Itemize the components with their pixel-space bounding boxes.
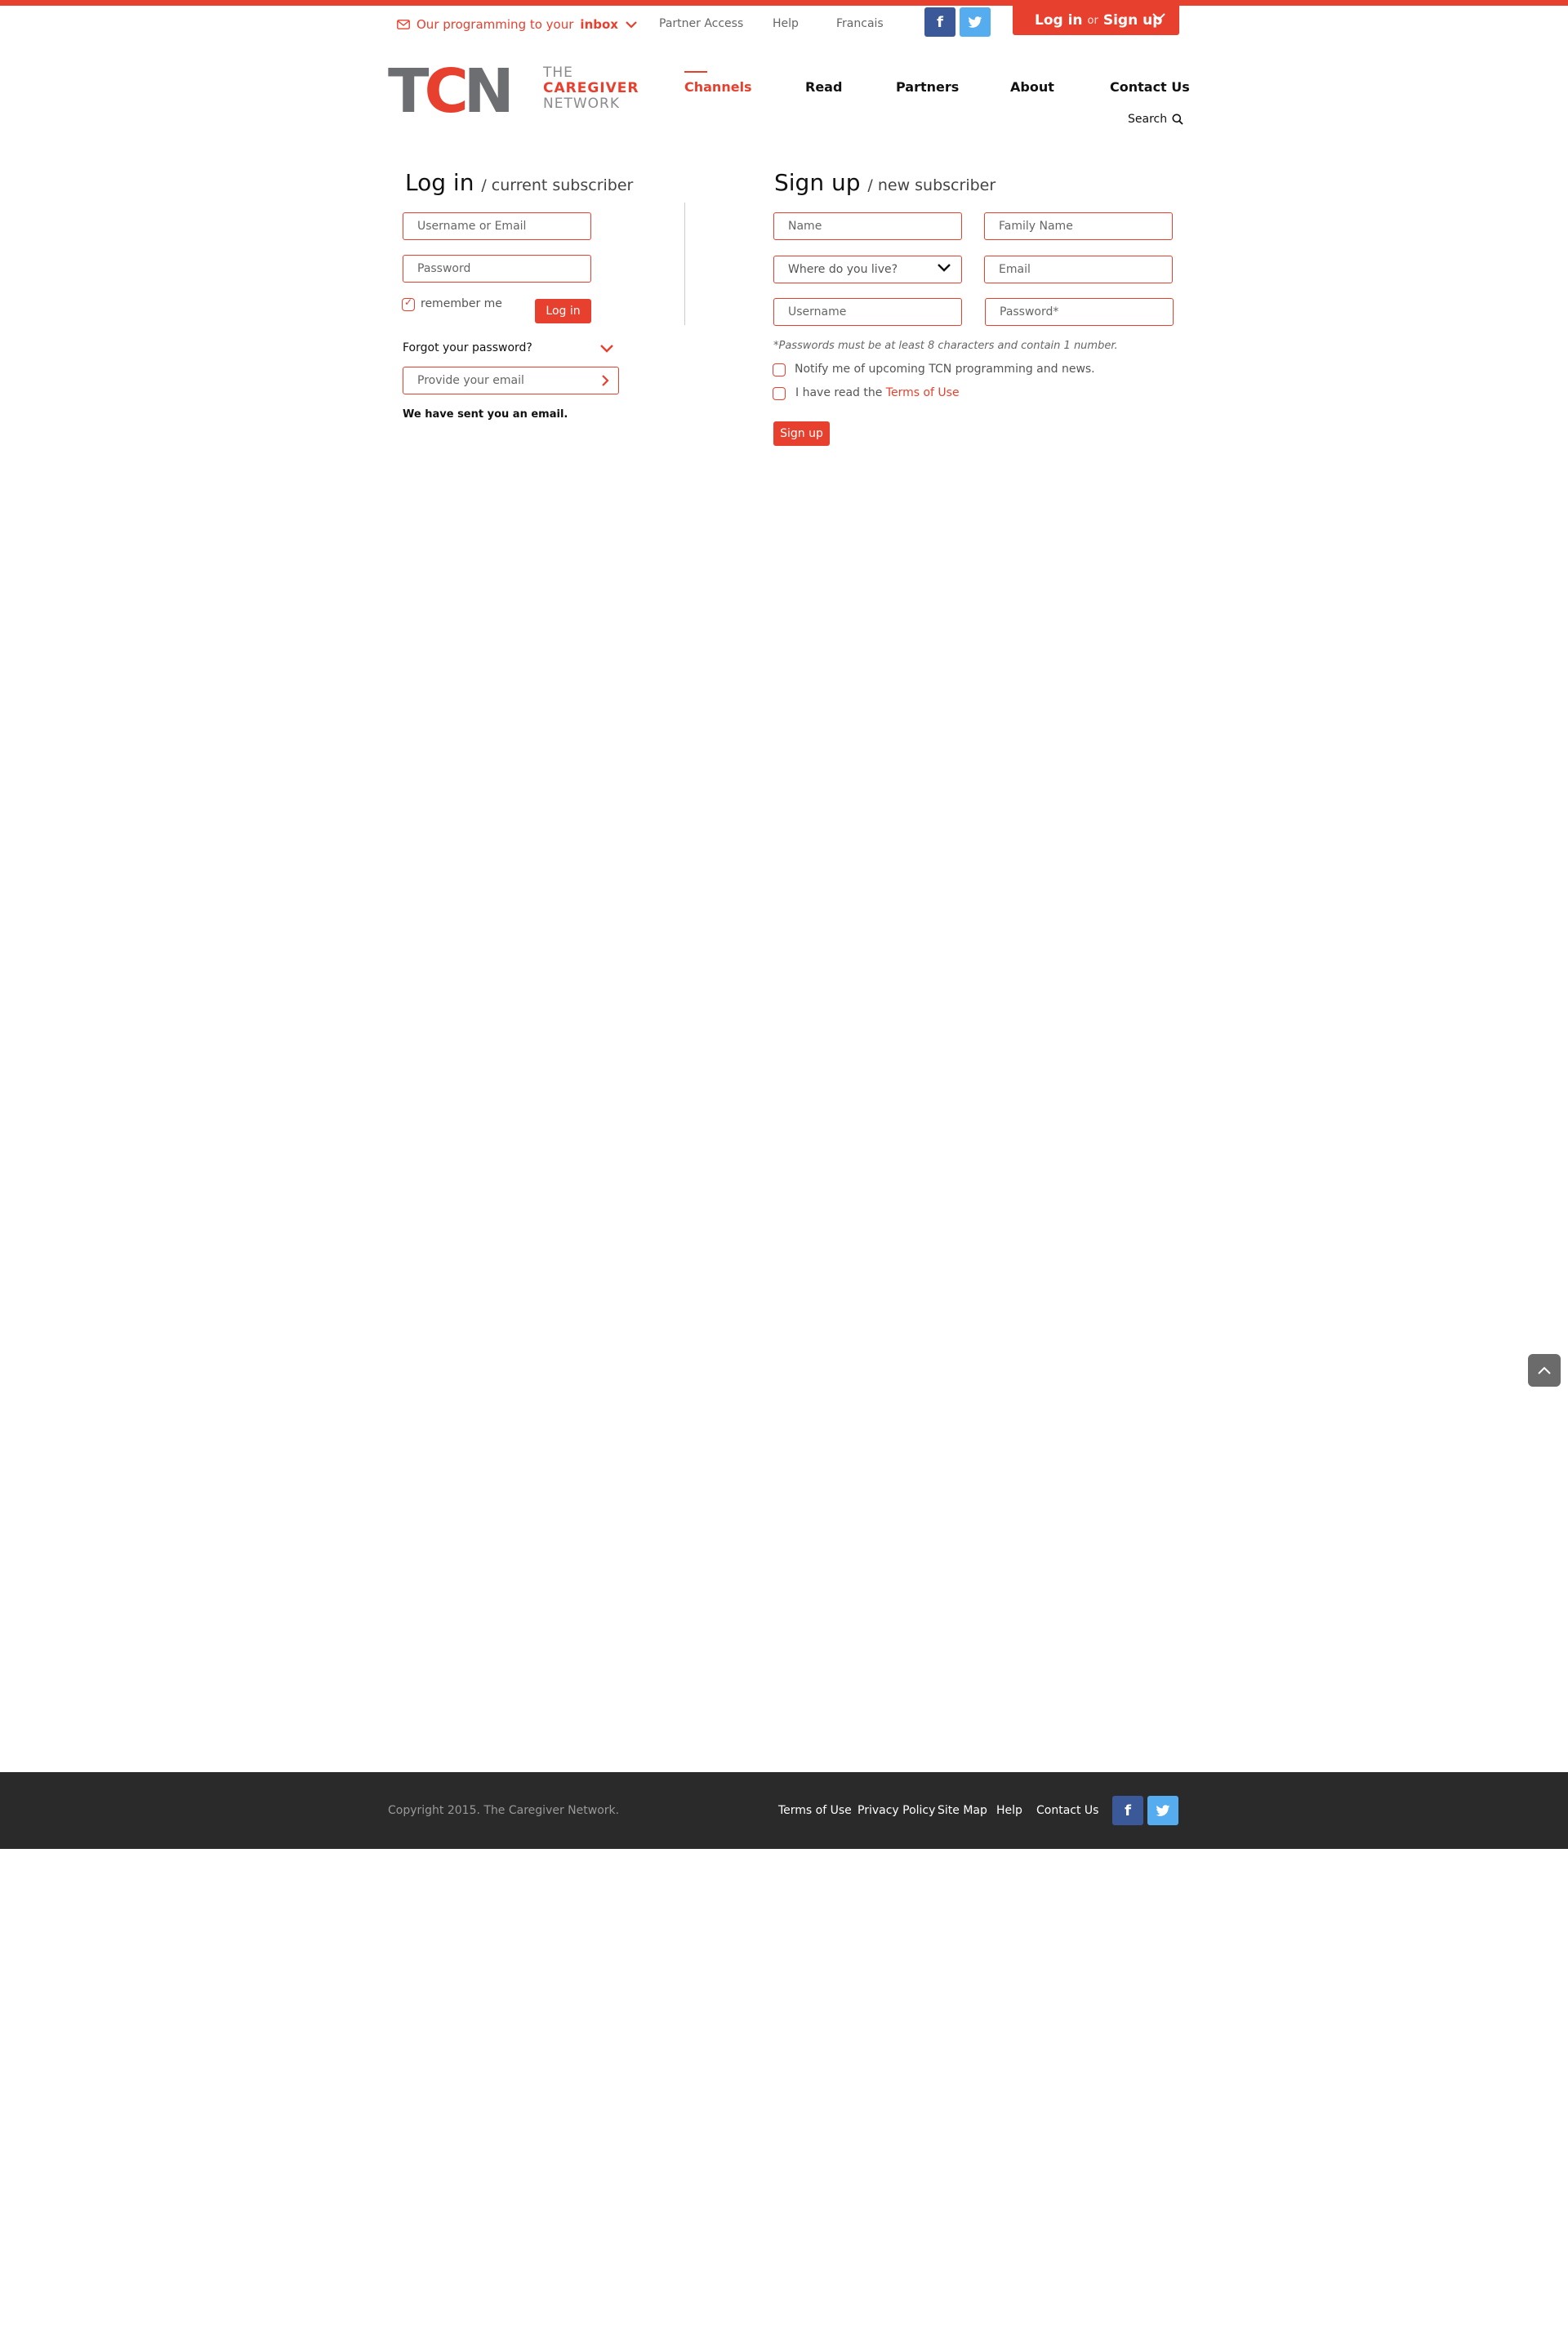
chevron-right-icon[interactable] — [601, 374, 609, 387]
footer-privacy-link[interactable]: Privacy Policy — [858, 1804, 935, 1817]
remember-me-label: remember me — [421, 297, 502, 310]
forgot-email-group — [403, 367, 619, 394]
scroll-to-top-button[interactable] — [1528, 1354, 1561, 1387]
signup-heading: Sign up / new subscriber — [774, 169, 996, 196]
utility-bar: Our programming to your inbox Partner Ac… — [0, 6, 1568, 45]
terms-label: I have read the Terms of Use — [795, 386, 960, 399]
logo-line-3: NETWORK — [543, 96, 620, 112]
signup-name-input[interactable] — [773, 212, 962, 240]
footer-twitter-button[interactable] — [1147, 1796, 1178, 1825]
facebook-button[interactable]: f — [924, 7, 956, 37]
mail-icon — [397, 20, 410, 29]
chevron-down-icon — [626, 21, 637, 29]
logo-letter-t: T — [388, 56, 430, 127]
nav-about[interactable]: About — [1010, 79, 1054, 95]
twitter-button[interactable] — [960, 7, 991, 37]
copyright-text: Copyright 2015. The Caregiver Network. — [388, 1804, 620, 1817]
nav-read[interactable]: Read — [805, 79, 842, 95]
location-select-value: Where do you live? — [788, 263, 898, 276]
chevron-down-icon[interactable] — [599, 344, 614, 354]
forgot-password-link[interactable]: Forgot your password? — [403, 341, 532, 354]
auth-or-label: or — [1087, 14, 1098, 27]
signup-title: Sign up — [774, 169, 861, 196]
logo-letter-n: N — [463, 56, 514, 127]
footer-facebook-button[interactable]: f — [1112, 1796, 1143, 1825]
facebook-icon: f — [1125, 1802, 1131, 1820]
notify-checkbox[interactable] — [773, 363, 786, 376]
newsletter-link[interactable]: Our programming to your inbox — [397, 17, 638, 32]
signup-password-input[interactable] — [985, 298, 1174, 326]
terms-checkbox[interactable] — [773, 387, 786, 400]
logo-letter-c: C — [424, 56, 468, 127]
signup-button[interactable]: Sign up — [773, 421, 830, 446]
footer-terms-link[interactable]: Terms of Use — [778, 1804, 852, 1817]
partner-access-link[interactable]: Partner Access — [659, 17, 743, 30]
chevron-down-icon — [938, 264, 951, 272]
terms-label-text: I have read the — [795, 386, 883, 399]
nav-contact-us[interactable]: Contact Us — [1110, 79, 1190, 95]
login-subtitle: / current subscriber — [481, 176, 634, 194]
footer-sitemap-link[interactable]: Site Map — [938, 1804, 987, 1817]
footer-help-link[interactable]: Help — [996, 1804, 1022, 1817]
chevron-up-icon — [1538, 1366, 1551, 1374]
login-password-input[interactable] — [403, 255, 591, 283]
login-title: Log in — [405, 169, 474, 196]
signup-subtitle: / new subscriber — [867, 176, 996, 194]
remember-me-checkbox[interactable] — [402, 296, 415, 311]
newsletter-text: Our programming to your — [416, 17, 574, 32]
search-label: Search — [1128, 113, 1168, 126]
site-footer: Copyright 2015. The Caregiver Network. T… — [0, 1772, 1568, 1849]
nav-partners[interactable]: Partners — [896, 79, 959, 95]
newsletter-bold: inbox — [580, 17, 618, 32]
search-link[interactable]: Search — [1128, 113, 1183, 126]
help-link[interactable]: Help — [773, 17, 799, 30]
signup-family-name-input[interactable] — [984, 212, 1173, 240]
facebook-icon: f — [937, 13, 943, 31]
search-icon — [1172, 114, 1183, 125]
logo-wordmark: THE CAREGIVER NETWORK — [543, 65, 639, 112]
top-accent-bar — [0, 0, 1568, 6]
twitter-icon — [968, 16, 982, 28]
forgot-email-input[interactable] — [403, 367, 619, 394]
nav-channels[interactable]: Channels — [684, 71, 752, 95]
notify-label: Notify me of upcoming TCN programming an… — [795, 363, 1095, 376]
form-divider — [684, 203, 685, 325]
email-sent-message: We have sent you an email. — [403, 408, 568, 421]
logo-mark: TCN — [388, 56, 514, 127]
logo-line-2: CAREGIVER — [543, 80, 639, 96]
login-heading: Log in / current subscriber — [405, 169, 633, 196]
auth-login-label: Log in — [1035, 12, 1083, 29]
tcn-logo[interactable]: TCN THE CAREGIVER NETWORK — [388, 59, 641, 124]
terms-of-use-link[interactable]: Terms of Use — [886, 386, 960, 399]
location-select[interactable]: Where do you live? — [773, 256, 962, 283]
twitter-icon — [1156, 1804, 1170, 1816]
signup-email-input[interactable] — [984, 256, 1173, 283]
login-button[interactable]: Log in — [535, 299, 591, 323]
signup-username-input[interactable] — [773, 298, 962, 326]
chevron-down-icon — [1152, 13, 1165, 21]
login-username-input[interactable] — [403, 212, 591, 240]
logo-line-1: THE — [543, 65, 573, 81]
language-link[interactable]: Francais — [836, 17, 884, 30]
password-requirements-note: *Passwords must be at least 8 characters… — [773, 340, 1118, 352]
footer-contact-link[interactable]: Contact Us — [1036, 1804, 1098, 1817]
login-signup-dropdown[interactable]: Log in or Sign up — [1013, 6, 1179, 35]
